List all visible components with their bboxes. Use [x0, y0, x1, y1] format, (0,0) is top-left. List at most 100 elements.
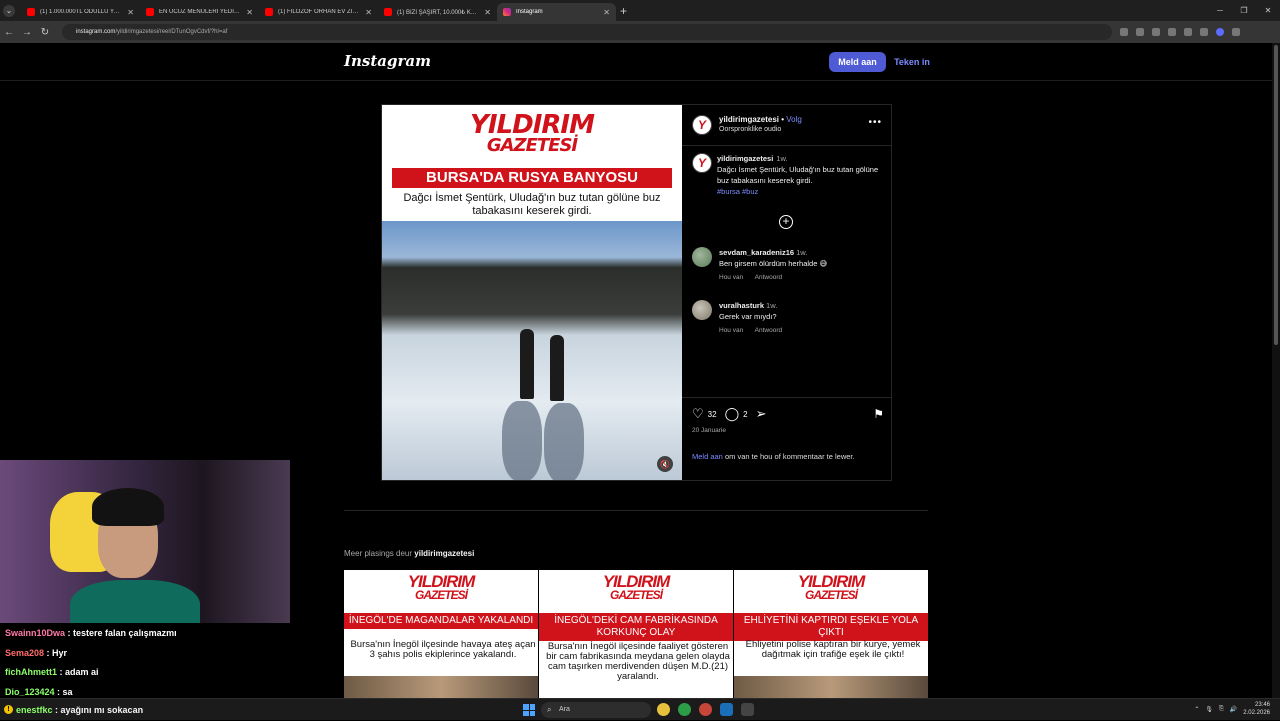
cast-icon[interactable] [1152, 28, 1160, 36]
login-button[interactable]: Meld aan [829, 52, 886, 72]
author-avatar[interactable]: Y [692, 153, 712, 173]
browser-tab[interactable]: (1) BİZİ ŞAŞIRT, 10.000₺ KAZAN ✕ [378, 3, 497, 21]
post-thumbnail[interactable]: YILDIRIM GAZETESİ İNEGÖL'DEKİ CAM FABRİKA… [539, 570, 733, 698]
new-tab-button[interactable]: + [620, 4, 627, 18]
close-tab-icon[interactable]: ✕ [365, 8, 372, 17]
reload-icon[interactable]: ↻ [36, 27, 54, 38]
post-date: 20 Januarie [692, 427, 726, 434]
close-tab-icon[interactable]: ✕ [246, 8, 253, 17]
page-scrollbar[interactable] [1272, 43, 1280, 698]
more-options-icon[interactable]: ••• [868, 117, 882, 128]
heart-icon[interactable]: ♡ [692, 406, 704, 422]
taskbar-clock[interactable]: 23:46 2.02.2026 [1243, 701, 1270, 717]
reel-video[interactable]: YILDIRIM GAZETESİ BURSA'DA RUSYA BANYOSU… [382, 105, 682, 480]
youtube-icon [384, 8, 392, 16]
warning-icon: ! [4, 705, 13, 714]
brand-bottom: GAZETESİ [414, 588, 468, 602]
like-count[interactable]: 32 [708, 410, 717, 419]
close-tab-icon[interactable]: ✕ [127, 8, 134, 17]
person-figure [550, 335, 564, 401]
microphone-icon[interactable]: 🎙 [1205, 706, 1213, 713]
chat-text: Hyr [52, 647, 68, 658]
taskbar-search[interactable]: ⌕ Ara [541, 702, 651, 718]
bookmark-icon[interactable]: ⚑ [873, 407, 884, 421]
commenter-avatar[interactable] [692, 300, 712, 320]
signup-button[interactable]: Teken in [890, 52, 934, 72]
chat-message: Sema208 : Hyr [5, 647, 68, 658]
author-username[interactable]: yildirimgazetesi [719, 115, 779, 124]
instagram-icon [503, 8, 511, 16]
url-host: agram.com [85, 29, 116, 35]
comment-text: Ben girsem ölürdüm herhalde 😅 [719, 259, 828, 268]
close-tab-icon[interactable]: ✕ [603, 8, 610, 17]
comment-icon[interactable]: ◯ [725, 406, 740, 422]
instagram-logo[interactable]: Instagram [344, 52, 431, 70]
comment-text: Gerek var mıydı? [719, 312, 777, 321]
minimize-icon[interactable]: ─ [1208, 0, 1232, 21]
add-plus-icon[interactable]: + [779, 215, 793, 229]
network-icon[interactable]: ⎘ [1219, 706, 1224, 713]
windows-start-icon[interactable] [523, 704, 535, 716]
streamer-hair [92, 488, 164, 526]
comment-username[interactable]: sevdam_karadeniz16 [719, 248, 794, 257]
tab-search-icon[interactable]: ⌄ [3, 4, 15, 17]
post-caption: Y yildirimgazetesi 1w. Dağcı İsmet Şentür… [692, 153, 882, 197]
bookmark-star-icon[interactable] [1168, 28, 1176, 36]
zoom-icon[interactable] [1136, 28, 1144, 36]
post-thumbnail[interactable]: YILDIRIM GAZETESİ EHLİYETİNİ KAPTIRDI EŞE… [734, 570, 928, 698]
app-icon[interactable] [699, 703, 712, 716]
close-tab-icon[interactable]: ✕ [484, 8, 491, 17]
chevron-up-icon[interactable]: ⌃ [1194, 706, 1199, 713]
comment-username[interactable]: vuralhasturk [719, 301, 764, 310]
caption-username[interactable]: yildirimgazetesi [717, 154, 773, 163]
newspaper-logo: YILDIRIM GAZETESİ [344, 573, 538, 602]
divider [682, 397, 891, 398]
clock-time: 23:46 [1254, 702, 1270, 708]
comment-like-link[interactable]: Hou van [719, 327, 743, 334]
browser-tab[interactable]: (1) 1.000.000TL ÖDÜLLÜ YARIŞM ✕ [21, 3, 140, 21]
thumbnail-text: Bursa'nın İnegöl ilçesinde faaliyet göst… [546, 641, 730, 682]
windows-taskbar: ! enestfkc : ayağını mı sokacan ⌕ Ara ⌃ … [0, 698, 1280, 720]
frozen-lake-photo [382, 221, 682, 480]
commenter-avatar[interactable] [692, 247, 712, 267]
obs-icon[interactable] [741, 703, 754, 716]
thumbnail-photo [734, 676, 928, 698]
volume-icon[interactable]: 🔊 [1230, 706, 1237, 713]
browser-tab[interactable]: EN UCUZ MENÜLERİ YEDİK! (7 ✕ [140, 3, 259, 21]
audio-label[interactable]: Oorspronklike oudio [719, 126, 781, 133]
browser-tab[interactable]: (1) FİLOZOF ORHAN EV ZİYARE ✕ [259, 3, 378, 21]
menu-icon[interactable] [1232, 28, 1240, 36]
steam-icon[interactable] [720, 703, 733, 716]
sidebar-icon[interactable] [1200, 28, 1208, 36]
restore-icon[interactable]: ❐ [1232, 0, 1256, 21]
instagram-header: Instagram Meld aan Teken in [0, 43, 1272, 81]
scrollbar-thumb[interactable] [1274, 45, 1278, 345]
follow-button[interactable]: Volg [786, 115, 802, 124]
xbox-icon[interactable] [678, 703, 691, 716]
url-field[interactable]: inst agram.com/yildirimgazetesi/reel/DTun… [62, 24, 1112, 40]
extensions-icon[interactable] [1184, 28, 1192, 36]
caption-text-block: yildirimgazetesi 1w. Dağcı İsmet Şentürk,… [717, 153, 882, 197]
forward-icon[interactable]: → [18, 27, 36, 38]
back-icon[interactable]: ← [0, 27, 18, 38]
browser-tab-active[interactable]: Instagram ✕ [497, 3, 616, 21]
comment-reply-link[interactable]: Antwoord [755, 274, 782, 281]
caption-hashtags[interactable]: #bursa #buz [717, 187, 758, 196]
more-posts-user[interactable]: yildirimgazetesi [414, 549, 474, 558]
author-avatar[interactable]: Y [692, 115, 712, 135]
translate-icon[interactable] [1120, 28, 1128, 36]
close-window-icon[interactable]: ✕ [1256, 0, 1280, 21]
post-thumbnail[interactable]: YILDIRIM GAZETESİ İNEGÖL'DE MAGANDALAR YA… [344, 570, 538, 698]
chat-username: Swainn10Dwa [5, 628, 66, 638]
mute-icon[interactable]: 🔇 [657, 456, 673, 472]
comment-like-link[interactable]: Hou van [719, 274, 743, 281]
chat-username: enestfkc [16, 705, 53, 715]
profile-avatar[interactable] [1216, 28, 1224, 36]
brand-bottom: GAZETESİ [486, 135, 578, 156]
comment-reply-link[interactable]: Antwoord [755, 327, 782, 334]
chrome-icon[interactable] [657, 703, 670, 716]
chat-message: Swainn10Dwa : testere falan çalışmazmı [5, 628, 177, 638]
video-caption: Dağcı İsmet Şentürk, Uludağ'ın buz tutan… [403, 192, 661, 217]
share-icon[interactable]: ➢ [756, 406, 767, 422]
login-link[interactable]: Meld aan [692, 452, 723, 461]
